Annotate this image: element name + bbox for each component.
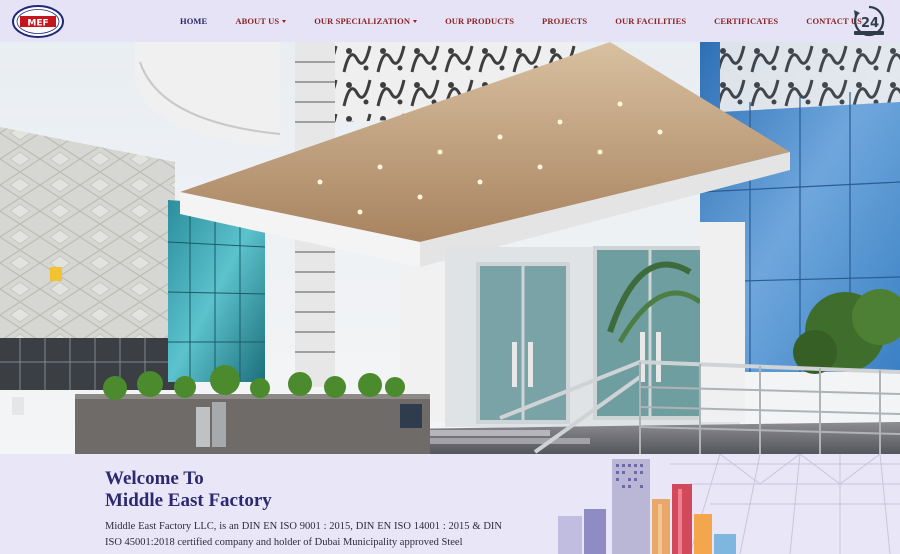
site-header: MEF HOME ABOUT US OUR SPECIALIZATION OUR… [0,0,900,42]
main-navigation: HOME ABOUT US OUR SPECIALIZATION OUR PRO… [180,0,890,42]
nav-our-specialization[interactable]: OUR SPECIALIZATION [314,16,418,26]
24-hours-badge: 24 [849,4,889,38]
nav-home[interactable]: HOME [180,16,207,26]
logo-text: MEF [27,18,48,28]
city-illustration [540,454,900,554]
company-intro-text: Middle East Factory LLC, is an DIN EN IS… [105,521,502,548]
welcome-section: Welcome To Middle East Factory Middle Ea… [0,454,900,554]
nav-our-facilities[interactable]: OUR FACILITIES [615,16,686,26]
nav-projects[interactable]: PROJECTS [542,16,587,26]
hero-building-image [0,42,900,454]
chevron-down-icon [282,19,287,23]
welcome-heading: Welcome To Middle East Factory [105,468,272,512]
nav-certificates[interactable]: CERTIFICATES [714,16,778,26]
nav-home-label: HOME [180,16,208,26]
nav-our-specialization-label: OUR SPECIALIZATION [314,16,411,26]
chevron-down-icon [413,19,418,23]
nav-about-us-label: ABOUT US [235,16,280,26]
badge-number: 24 [861,16,879,31]
nav-projects-label: PROJECTS [542,16,588,26]
nav-about-us[interactable]: ABOUT US [235,16,287,26]
company-logo[interactable]: MEF [12,5,64,38]
nav-our-products[interactable]: OUR PRODUCTS [445,16,514,26]
nav-our-facilities-label: OUR FACILITIES [615,16,687,26]
nav-certificates-label: CERTIFICATES [714,16,779,26]
nav-our-products-label: OUR PRODUCTS [445,16,515,26]
welcome-heading-line1: Welcome To [105,468,204,489]
welcome-heading-line2: Middle East Factory [105,490,272,511]
